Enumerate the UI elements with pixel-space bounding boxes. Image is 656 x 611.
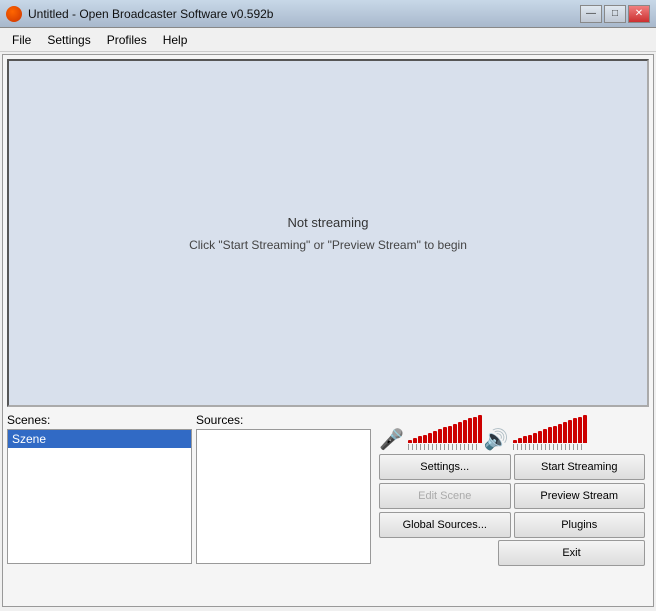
controls-area: 🎤 🔊 Settings... Start Streaming	[375, 413, 649, 564]
mic-icon: 🎤	[379, 430, 404, 450]
menu-bar: File Settings Profiles Help	[0, 28, 656, 52]
start-streaming-button[interactable]: Start Streaming	[514, 454, 646, 480]
menu-help[interactable]: Help	[155, 28, 196, 51]
exit-row: Exit	[375, 540, 649, 570]
maximize-button[interactable]: □	[604, 5, 626, 23]
menu-profiles[interactable]: Profiles	[99, 28, 155, 51]
scenes-panel: Scenes: Szene	[7, 413, 192, 564]
edit-scene-button[interactable]: Edit Scene	[379, 483, 511, 509]
meters-row: 🎤 🔊	[375, 413, 649, 452]
streaming-hint: Click "Start Streaming" or "Preview Stre…	[189, 238, 467, 252]
main-window: Not streaming Click "Start Streaming" or…	[2, 54, 654, 607]
preview-area: Not streaming Click "Start Streaming" or…	[7, 59, 649, 407]
menu-file[interactable]: File	[4, 28, 39, 51]
menu-settings[interactable]: Settings	[39, 28, 98, 51]
title-bar: Untitled - Open Broadcaster Software v0.…	[0, 0, 656, 28]
sources-list[interactable]	[196, 429, 371, 564]
scene-item-szene[interactable]: Szene	[8, 430, 191, 448]
window-title: Untitled - Open Broadcaster Software v0.…	[28, 7, 273, 21]
scenes-list[interactable]: Szene	[7, 429, 192, 564]
sources-label: Sources:	[196, 413, 371, 427]
minimize-button[interactable]: —	[580, 5, 602, 23]
bottom-section: Scenes: Szene Sources: 🎤	[3, 411, 653, 606]
speaker-icon: 🔊	[484, 430, 509, 450]
vu-meter-1	[408, 415, 480, 450]
plugins-button[interactable]: Plugins	[514, 512, 646, 538]
title-bar-buttons: — □ ✕	[580, 5, 650, 23]
sources-panel: Sources:	[196, 413, 371, 564]
vu-meter-2	[513, 415, 585, 450]
close-button[interactable]: ✕	[628, 5, 650, 23]
global-sources-button[interactable]: Global Sources...	[379, 512, 511, 538]
app-icon	[6, 6, 22, 22]
lists-and-controls: Scenes: Szene Sources: 🎤	[3, 411, 653, 566]
preview-stream-button[interactable]: Preview Stream	[514, 483, 646, 509]
streaming-status: Not streaming	[288, 215, 369, 230]
settings-button[interactable]: Settings...	[379, 454, 511, 480]
buttons-grid: Settings... Start Streaming Edit Scene P…	[375, 452, 649, 540]
title-bar-left: Untitled - Open Broadcaster Software v0.…	[6, 6, 273, 22]
scenes-label: Scenes:	[7, 413, 192, 427]
exit-button[interactable]: Exit	[498, 540, 645, 566]
